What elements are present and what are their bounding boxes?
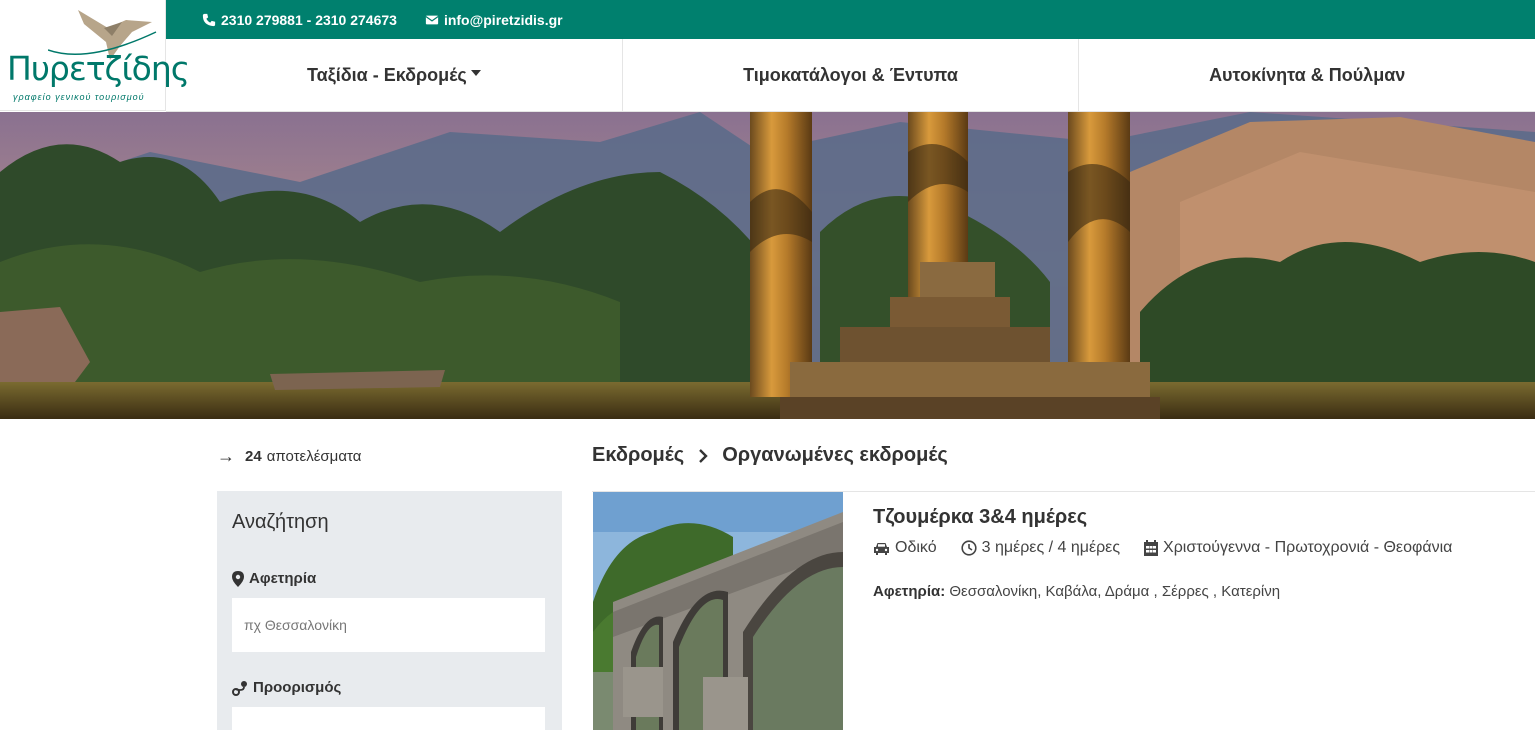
nav-vehicles[interactable]: Αυτοκίνητα & Πούλμαν (1079, 39, 1535, 111)
chevron-right-icon (698, 448, 708, 464)
route-icon (232, 680, 247, 696)
trip-meta: Οδικό 3 ημέρες / 4 ημέρες Χριστούγεννα -… (873, 539, 1476, 557)
results-label: αποτελέσματα (266, 447, 362, 465)
trip-period-text: Χριστούγεννα - Πρωτοχρονιά - Θεοφάνια (1163, 539, 1453, 556)
trip-transport: Οδικό (873, 539, 937, 557)
trip-departure: Αφετηρία: Θεσσαλονίκη, Καβάλα, Δράμα , Σ… (873, 583, 1280, 600)
nav-vehicles-label: Αυτοκίνητα & Πούλμαν (1209, 64, 1406, 85)
trip-title[interactable]: Τζουμέρκα 3&4 ημέρες (873, 506, 1087, 529)
breadcrumb: Εκδρομές Οργανωμένες εκδρομές (592, 444, 948, 467)
logo-tagline: γραφείο γενικού τουρισμού (13, 92, 145, 102)
destination-input[interactable] (232, 707, 545, 730)
nav-price-lists-label: Τιμοκατάλογοι & Έντυπα (743, 64, 958, 85)
email-contact[interactable]: info@piretzidis.gr (425, 12, 563, 28)
logo-brand-text: Πυρετζίδης (7, 49, 190, 88)
envelope-icon (425, 15, 439, 24)
trip-duration: 3 ημέρες / 4 ημέρες (961, 539, 1120, 557)
destination-label: Προορισμός (232, 679, 547, 696)
breadcrumb-current: Οργανωμένες εκδρομές (722, 444, 948, 466)
search-title: Αναζήτηση (232, 511, 329, 533)
hero-banner-image (0, 112, 1535, 419)
trip-duration-text: 3 ημέρες / 4 ημέρες (981, 539, 1121, 556)
results-number: 24 (245, 447, 262, 465)
nav-trips-dropdown[interactable]: Ταξίδια - Εκδρομές (166, 39, 623, 111)
map-marker-icon (232, 570, 244, 587)
caret-down-icon (470, 70, 481, 76)
phone-contact[interactable]: 2310 279881 - 2310 274673 (202, 12, 397, 28)
clock-icon (961, 540, 977, 556)
arrow-right-icon: → (217, 446, 235, 466)
departure-input[interactable]: πχ Θεσσαλονίκη (232, 598, 545, 652)
top-contact-bar: 2310 279881 - 2310 274673 info@piretzidi… (166, 0, 1535, 39)
breadcrumb-parent[interactable]: Εκδρομές (592, 444, 684, 467)
nav-trips-label: Ταξίδια - Εκδρομές (306, 64, 467, 85)
main-navigation: Ταξίδια - Εκδρομές Τιμοκατάλογοι & Έντυπ… (166, 39, 1535, 112)
trip-thumbnail-image[interactable] (593, 492, 843, 730)
destination-label-text: Προορισμός (253, 679, 342, 696)
car-icon (874, 542, 889, 555)
phone-icon (202, 13, 216, 26)
search-panel: Αναζήτηση Αφετηρία πχ Θεσσαλονίκη Προορι… (217, 491, 562, 730)
site-logo[interactable]: Πυρετζίδης γραφείο γενικού τουρισμού (0, 0, 190, 111)
trip-transport-text: Οδικό (895, 539, 937, 556)
nav-price-lists[interactable]: Τιμοκατάλογοι & Έντυπα (623, 39, 1080, 111)
results-count: → 24 αποτελέσματα (217, 447, 361, 465)
calendar-icon (1144, 540, 1159, 556)
trip-departure-label: Αφετηρία: (873, 583, 946, 600)
phone-text: 2310 279881 - 2310 274673 (221, 11, 397, 28)
email-text: info@piretzidis.gr (443, 11, 563, 28)
departure-label: Αφετηρία (232, 570, 547, 587)
trip-departure-cities: Θεσσαλονίκη, Καβάλα, Δράμα , Σέρρες , Κα… (949, 583, 1281, 600)
departure-label-text: Αφετηρία (249, 570, 317, 587)
trip-period: Χριστούγεννα - Πρωτοχρονιά - Θεοφάνια (1144, 539, 1452, 557)
